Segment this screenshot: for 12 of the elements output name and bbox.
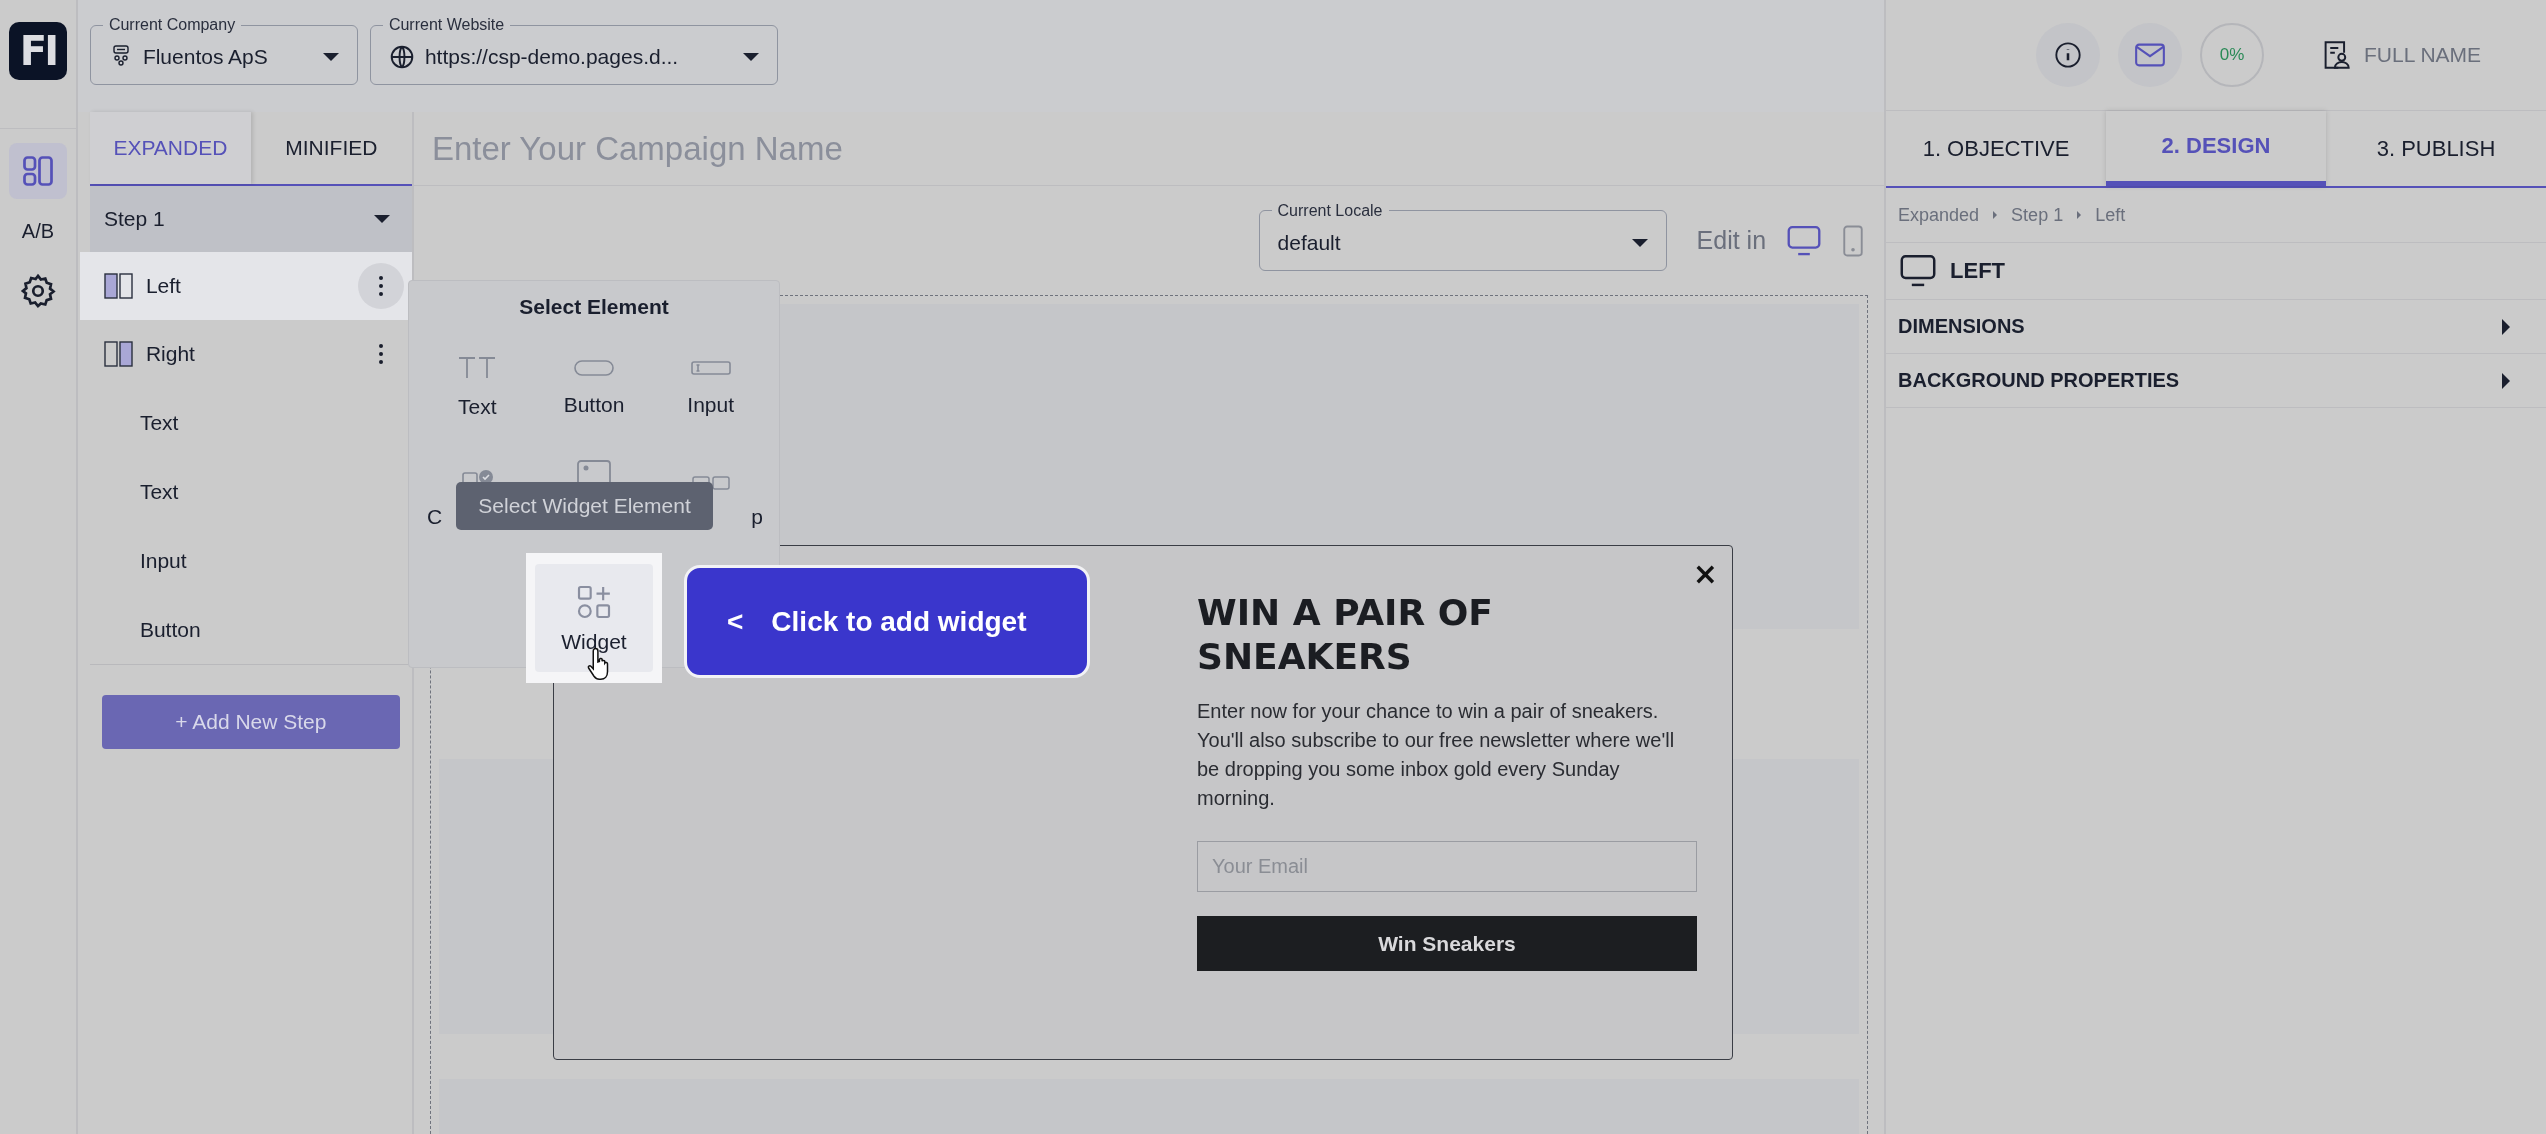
edit-in-label: Edit in [1696, 226, 1767, 255]
tour-tooltip: Select Widget Element [456, 482, 713, 530]
popup-text: Enter now for your chance to win a pair of sneakers. You'll also subscribe to our free newsletter where we'll be dropping you some inbox gold every Sunday morning. [1197, 699, 1676, 811]
field-label: Current Locale [1276, 202, 1384, 219]
picker-title: Select Element [518, 295, 670, 319]
field-label: Current Website [387, 17, 506, 33]
pointer-arrow: < [727, 605, 744, 638]
element-title: LEFT [1950, 258, 2006, 284]
progress-ring: 0% [2200, 23, 2265, 87]
field-label: Current Company [107, 17, 237, 33]
popup-title: WIN A PAIR OF SNEAKERS [1197, 591, 1494, 679]
callout-text: Click to add widget [771, 605, 1027, 638]
